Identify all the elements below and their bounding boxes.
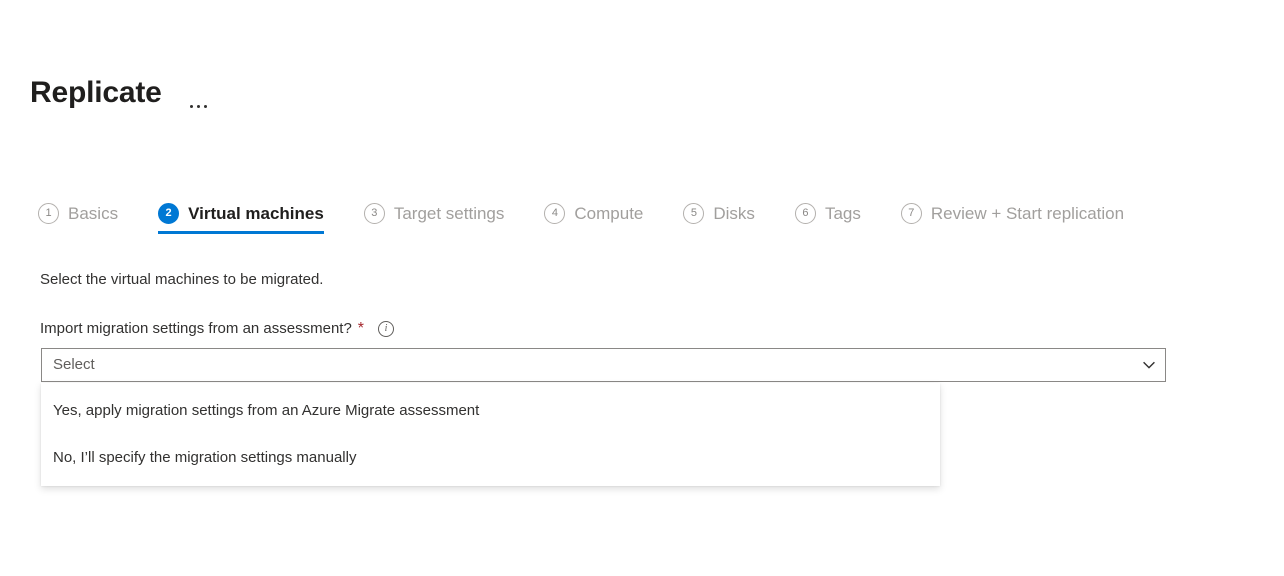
tab-tags[interactable]: 6 Tags [795,203,861,234]
tab-label: Compute [574,203,643,224]
step-number-badge: 5 [683,203,704,224]
step-number-badge: 3 [364,203,385,224]
tab-review-start-replication[interactable]: 7 Review + Start replication [901,203,1124,234]
dropdown-selected-value: Select [42,355,1133,375]
tab-label: Basics [68,203,118,224]
ellipsis-dot [204,105,207,108]
section-description: Select the virtual machines to be migrat… [40,269,323,291]
tab-target-settings[interactable]: 3 Target settings [364,203,505,234]
tab-label: Target settings [394,203,505,224]
tab-label: Disks [713,203,755,224]
tab-label: Tags [825,203,861,224]
required-asterisk: * [358,320,364,338]
dropdown-options-panel: Yes, apply migration settings from an Az… [41,383,940,486]
dropdown-option-yes[interactable]: Yes, apply migration settings from an Az… [41,387,940,434]
more-options-icon[interactable] [186,99,211,110]
dropdown-option-no[interactable]: No, I’ll specify the migration settings … [41,434,940,481]
step-number-badge: 7 [901,203,922,224]
field-label-row: Import migration settings from an assess… [40,318,394,340]
tab-disks[interactable]: 5 Disks [683,203,755,234]
tab-label: Review + Start replication [931,203,1124,224]
step-number-badge: 6 [795,203,816,224]
info-icon[interactable]: i [378,321,394,337]
tab-compute[interactable]: 4 Compute [544,203,643,234]
step-number-badge: 4 [544,203,565,224]
tab-label: Virtual machines [188,203,324,224]
wizard-tabs: 1 Basics 2 Virtual machines 3 Target set… [38,203,1124,234]
tab-basics[interactable]: 1 Basics [38,203,118,234]
page-title: Replicate [30,74,162,112]
step-number-badge: 2 [158,203,179,224]
ellipsis-dot [190,105,193,108]
step-number-badge: 1 [38,203,59,224]
assessment-import-dropdown[interactable]: Select [41,348,1166,382]
field-label: Import migration settings from an assess… [40,318,352,340]
page-header: Replicate [30,74,211,112]
tab-virtual-machines[interactable]: 2 Virtual machines [158,203,324,234]
ellipsis-dot [197,105,200,108]
chevron-down-icon[interactable] [1133,357,1165,373]
